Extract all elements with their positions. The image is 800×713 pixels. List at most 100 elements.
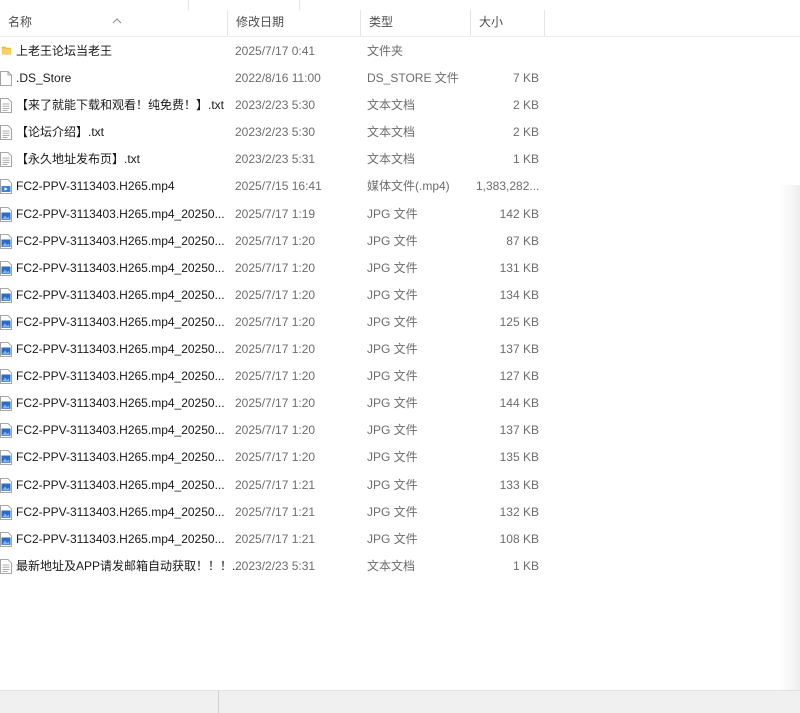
file-type: JPG 文件 <box>367 287 418 302</box>
file-row[interactable]: FC2-PPV-3113403.H265.mp4_20250... 2025/7/… <box>0 417 560 444</box>
file-row[interactable]: FC2-PPV-3113403.H265.mp4_20250... 2025/7/… <box>0 526 560 553</box>
file-name-cell: FC2-PPV-3113403.H265.mp4_20250... <box>0 444 228 471</box>
file-type: 文本文档 <box>367 98 416 113</box>
file-type: JPG 文件 <box>367 260 418 275</box>
file-name: FC2-PPV-3113403.H265.mp4_20250... <box>16 206 225 221</box>
file-name-cell: FC2-PPV-3113403.H265.mp4_20250... <box>0 363 228 390</box>
file-row[interactable]: FC2-PPV-3113403.H265.mp4_20250... 2025/7/… <box>0 255 560 282</box>
file-name: FC2-PPV-3113403.H265.mp4_20250... <box>16 314 225 329</box>
file-row[interactable]: FC2-PPV-3113403.H265.mp4_20250... 2025/7/… <box>0 201 560 228</box>
file-size: 137 KB <box>499 342 539 357</box>
file-list: 上老王论坛当老王 2025/7/17 0:41 文件夹 .DS_Store 2022/8… <box>0 38 560 580</box>
file-row[interactable]: FC2-PPV-3113403.H265.mp4_20250... 2025/7/… <box>0 499 560 526</box>
file-name: 【永久地址发布页】.txt <box>16 152 141 167</box>
file-name: FC2-PPV-3113403.H265.mp4_20250... <box>16 233 225 248</box>
file-row[interactable]: FC2-PPV-3113403.H265.mp4_20250... 2025/7/… <box>0 282 560 309</box>
file-date: 2025/7/17 1:21 <box>235 531 316 546</box>
column-header-date[interactable]: 修改日期 <box>228 10 361 36</box>
file-row[interactable]: FC2-PPV-3113403.H265.mp4_20250... 2025/7/… <box>0 472 560 499</box>
file-row[interactable]: .DS_Store 2022/8/16 11:00 DS_STORE 文件 7 KB <box>0 65 560 92</box>
file-name-cell: 【论坛介绍】.txt <box>0 119 228 146</box>
image-file-icon <box>0 423 12 439</box>
file-date: 2025/7/17 1:20 <box>235 423 316 438</box>
image-file-icon <box>0 396 12 412</box>
file-date: 2023/2/23 5:30 <box>235 98 316 113</box>
file-name-cell: FC2-PPV-3113403.H265.mp4_20250... <box>0 228 228 255</box>
file-row[interactable]: FC2-PPV-3113403.H265.mp4_20250... 2025/7/… <box>0 363 560 390</box>
sort-ascending-icon <box>112 18 122 24</box>
text-file-icon <box>0 125 12 141</box>
file-row[interactable]: 最新地址及APP请发邮箱自动获取！！！... 2023/2/23 5:31 文本文档… <box>0 553 560 580</box>
file-name-cell: 最新地址及APP请发邮箱自动获取！！！... <box>0 553 242 580</box>
file-icon <box>0 71 12 86</box>
file-row[interactable]: 【论坛介绍】.txt 2023/2/23 5:30 文本文档 2 KB <box>0 119 560 146</box>
column-header-name[interactable]: 名称 <box>0 10 228 36</box>
file-date: 2023/2/23 5:31 <box>235 152 316 167</box>
file-name: FC2-PPV-3113403.H265.mp4_20250... <box>16 396 225 411</box>
file-type: JPG 文件 <box>367 504 418 519</box>
file-row[interactable]: FC2-PPV-3113403.H265.mp4_20250... 2025/7/… <box>0 228 560 255</box>
file-type: 媒体文件(.mp4) <box>367 179 450 194</box>
file-type: JPG 文件 <box>367 206 418 221</box>
file-row[interactable]: 【永久地址发布页】.txt 2023/2/23 5:31 文本文档 1 KB <box>0 146 560 173</box>
file-size: 142 KB <box>499 206 539 221</box>
file-date: 2025/7/17 1:21 <box>235 477 316 492</box>
file-name: 最新地址及APP请发邮箱自动获取！！！... <box>16 558 243 573</box>
image-file-icon <box>0 315 12 330</box>
file-name-cell: 上老王论坛当老王 <box>1 38 228 65</box>
file-size: 144 KB <box>499 396 539 411</box>
column-header-type[interactable]: 类型 <box>361 10 471 36</box>
file-size: 133 KB <box>499 477 539 492</box>
file-size: 125 KB <box>499 314 539 329</box>
file-row[interactable]: FC2-PPV-3113403.H265.mp4 2025/7/15 16:41 媒… <box>0 173 560 200</box>
file-name-cell: FC2-PPV-3113403.H265.mp4_20250... <box>0 526 228 553</box>
file-row[interactable]: 上老王论坛当老王 2025/7/17 0:41 文件夹 <box>0 38 560 65</box>
column-header-name-label: 名称 <box>8 15 33 29</box>
file-name-cell: FC2-PPV-3113403.H265.mp4_20250... <box>0 309 228 336</box>
file-row[interactable]: FC2-PPV-3113403.H265.mp4_20250... 2025/7/… <box>0 390 560 417</box>
file-date: 2025/7/17 1:20 <box>235 342 316 357</box>
file-type: JPG 文件 <box>367 369 418 384</box>
window-shadow <box>778 185 800 690</box>
file-date: 2025/7/15 16:41 <box>235 179 322 194</box>
image-file-icon <box>0 477 12 493</box>
file-name: FC2-PPV-3113403.H265.mp4_20250... <box>16 450 225 465</box>
file-row[interactable]: 【来了就能下载和观看！纯免费！】.txt 2023/2/23 5:30 文本文档 2 … <box>0 92 560 119</box>
file-name-cell: 【永久地址发布页】.txt <box>0 146 228 173</box>
file-type: JPG 文件 <box>367 531 418 546</box>
file-name: FC2-PPV-3113403.H265.mp4_20250... <box>16 504 225 519</box>
status-bar <box>0 690 800 713</box>
file-date: 2025/7/17 1:20 <box>235 396 316 411</box>
file-row[interactable]: FC2-PPV-3113403.H265.mp4_20250... 2025/7/… <box>0 444 560 471</box>
toolbar-segment <box>0 0 189 10</box>
file-type: JPG 文件 <box>367 314 418 329</box>
file-row[interactable]: FC2-PPV-3113403.H265.mp4_20250... 2025/7/… <box>0 336 560 363</box>
file-type: JPG 文件 <box>367 450 418 465</box>
video-file-icon <box>0 179 12 195</box>
file-name-cell: FC2-PPV-3113403.H265.mp4_20250... <box>0 499 228 526</box>
column-header-date-label: 修改日期 <box>236 15 285 29</box>
file-type: 文本文档 <box>367 558 416 573</box>
file-date: 2025/7/17 1:20 <box>235 450 316 465</box>
file-date: 2023/2/23 5:30 <box>235 125 316 140</box>
file-name: FC2-PPV-3113403.H265.mp4_20250... <box>16 260 225 275</box>
text-file-icon <box>0 98 12 114</box>
file-date: 2025/7/17 1:20 <box>235 260 316 275</box>
file-size: 2 KB <box>512 98 539 113</box>
file-row[interactable]: FC2-PPV-3113403.H265.mp4_20250... 2025/7/… <box>0 309 560 336</box>
file-name: FC2-PPV-3113403.H265.mp4_20250... <box>16 531 225 546</box>
file-name: 上老王论坛当老王 <box>16 44 113 58</box>
file-size: 1 KB <box>512 152 539 167</box>
file-name-cell: FC2-PPV-3113403.H265.mp4_20250... <box>0 472 228 499</box>
file-size: 108 KB <box>499 531 539 546</box>
image-file-icon <box>0 206 12 222</box>
column-header-size[interactable]: 大小 <box>471 10 545 36</box>
file-date: 2025/7/17 1:20 <box>235 314 316 329</box>
file-name: FC2-PPV-3113403.H265.mp4_20250... <box>16 369 225 384</box>
column-header-type-label: 类型 <box>369 15 394 29</box>
file-name-cell: FC2-PPV-3113403.H265.mp4_20250... <box>0 390 228 417</box>
file-name-cell: 【来了就能下载和观看！纯免费！】.txt <box>0 92 228 119</box>
file-type: 文件夹 <box>367 44 404 58</box>
file-size: 7 KB <box>512 71 539 86</box>
file-name-cell: FC2-PPV-3113403.H265.mp4 <box>0 173 228 200</box>
